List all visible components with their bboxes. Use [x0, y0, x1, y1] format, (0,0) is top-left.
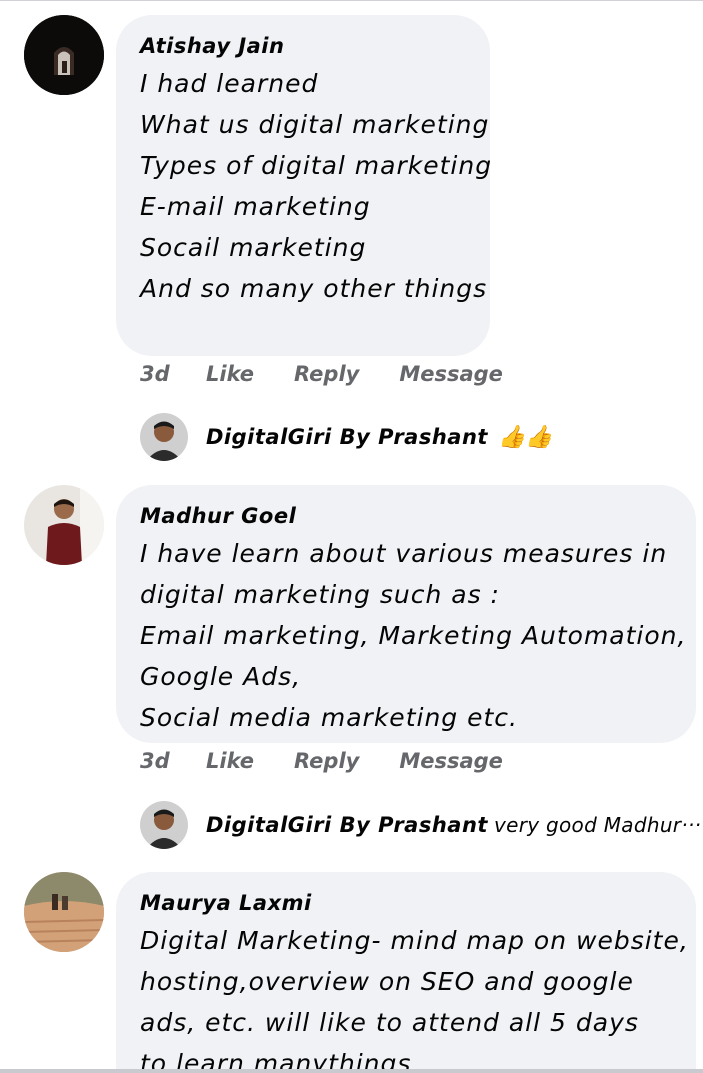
- comment-bubble: Madhur Goel I have learn about various m…: [116, 485, 696, 743]
- reply-avatar-photo: [140, 413, 188, 461]
- reply-preview[interactable]: DigitalGiri By Prashant very good Madhur…: [140, 801, 701, 849]
- avatar-atishay-jain[interactable]: [24, 15, 104, 95]
- reply-author[interactable]: DigitalGiri By Prashant: [206, 813, 488, 837]
- comment-bubble: Maurya Laxmi Digital Marketing- mind map…: [116, 872, 696, 1073]
- reply-text: very good Madhur···: [493, 813, 702, 837]
- timestamp[interactable]: 3d: [140, 362, 206, 386]
- reply-avatar: [140, 801, 188, 849]
- comment-line: hosting,overview on SEO and google: [140, 967, 634, 996]
- timestamp[interactable]: 3d: [140, 749, 206, 773]
- comment-line: I had learned: [140, 69, 319, 98]
- comment-actions: 3d Like Reply Message: [140, 359, 543, 389]
- comment-author[interactable]: Madhur Goel: [140, 499, 672, 533]
- reply-avatar-photo: [140, 801, 188, 849]
- comment-line: ads, etc. will like to attend all 5 days: [140, 1008, 639, 1037]
- like-button[interactable]: Like: [206, 362, 254, 386]
- reply-author[interactable]: DigitalGiri By Prashant: [206, 425, 488, 449]
- comment-line: I have learn about various measures in: [140, 539, 668, 568]
- comment-line: E-mail marketing: [140, 192, 371, 221]
- reply-button[interactable]: Reply: [294, 362, 359, 386]
- comment-line: Google Ads,: [140, 662, 302, 691]
- comment-line: Social media marketing etc.: [140, 703, 518, 732]
- comment-line: digital marketing such as :: [140, 580, 500, 609]
- comment-line: Types of digital marketing: [140, 151, 490, 180]
- reply-preview[interactable]: DigitalGiri By Prashant 👍👍: [140, 413, 553, 461]
- comment-author[interactable]: Maurya Laxmi: [140, 886, 672, 920]
- message-button[interactable]: Message: [399, 749, 503, 773]
- comment-line: Digital Marketing- mind map on website,: [140, 926, 689, 955]
- thumbs-up-emoji: 👍👍: [497, 424, 553, 450]
- comment-author[interactable]: Atishay Jain: [140, 29, 466, 63]
- comment-line: Socail marketing: [140, 233, 367, 262]
- top-divider: [0, 0, 703, 1]
- reply-avatar: [140, 413, 188, 461]
- comment-line: And so many other things: [140, 274, 488, 303]
- avatar-madhur-goel[interactable]: [24, 485, 104, 565]
- avatar-photo: [24, 15, 104, 95]
- comment-line: Email marketing, Marketing Automation,: [140, 621, 687, 650]
- comment-line: What us digital marketing: [140, 110, 490, 139]
- comment-actions: 3d Like Reply Message: [140, 746, 543, 776]
- bottom-divider: [0, 1069, 703, 1073]
- reply-button[interactable]: Reply: [294, 749, 359, 773]
- avatar-photo: [24, 485, 104, 565]
- comment-bubble: Atishay Jain I had learned What us digit…: [116, 15, 490, 356]
- avatar-photo: [24, 872, 104, 952]
- avatar-maurya-laxmi[interactable]: [24, 872, 104, 952]
- message-button[interactable]: Message: [399, 362, 503, 386]
- like-button[interactable]: Like: [206, 749, 254, 773]
